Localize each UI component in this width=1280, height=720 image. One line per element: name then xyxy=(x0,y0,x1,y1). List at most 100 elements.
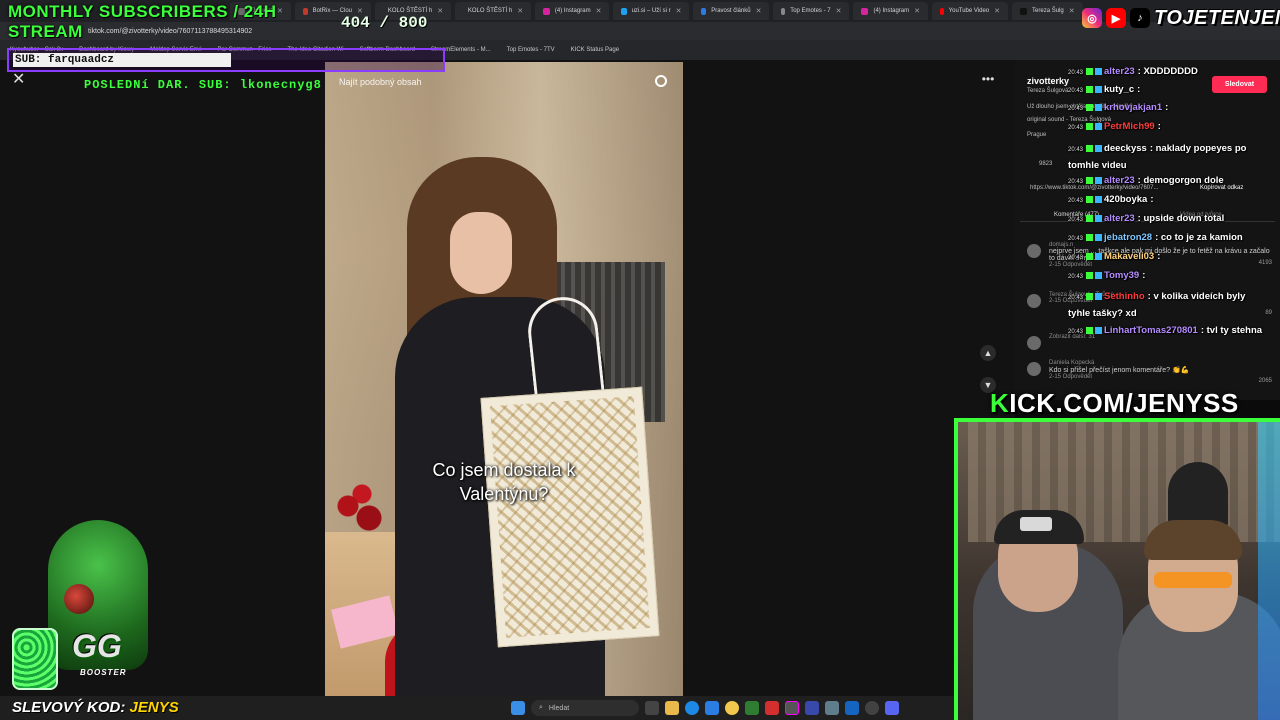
chat-username[interactable]: alter23 xyxy=(1104,66,1135,77)
close-tab-icon[interactable]: ✕ xyxy=(676,7,682,15)
comment-meta[interactable]: 2-15 Odpovědět xyxy=(1049,374,1272,380)
close-tab-icon[interactable]: ✕ xyxy=(437,7,443,15)
chat-username[interactable]: jebatron28 xyxy=(1104,232,1152,243)
close-icon[interactable]: ✕ xyxy=(12,72,28,88)
sub-badge-icon xyxy=(1086,233,1094,241)
youtube-icon: ▶ xyxy=(1106,8,1126,28)
comment-text: Kdo si přišel přečíst jenom komentáře? 👏… xyxy=(1049,367,1190,374)
comment-likes[interactable]: 2065 xyxy=(1259,378,1272,384)
close-tab-icon[interactable]: ✕ xyxy=(836,7,842,15)
location-tag[interactable]: Prague xyxy=(1027,132,1046,138)
edge-icon[interactable] xyxy=(685,701,699,715)
close-tab-icon[interactable]: ✕ xyxy=(517,7,523,15)
taskbar-search-placeholder: Hledat xyxy=(548,704,570,712)
chat-timestamp: 20:43 xyxy=(1068,295,1084,301)
sub-badge-icon xyxy=(1086,85,1094,93)
media-icon[interactable] xyxy=(865,701,879,715)
previous-video-button[interactable]: ▲ xyxy=(980,345,996,361)
sub-badge-icon xyxy=(1086,176,1094,184)
chat-timestamp: 20:43 xyxy=(1068,125,1084,131)
chat-username[interactable]: Tomy39 xyxy=(1104,270,1139,281)
chat-message: 20:43 alter23: demogorgon dole xyxy=(1068,175,1224,186)
chat-username[interactable]: 420boyka xyxy=(1104,194,1147,205)
loyalty-badge-icon xyxy=(1095,292,1103,300)
app-icon-blue[interactable] xyxy=(845,701,859,715)
promo-code-banner: SLEVOVÝ KOD: JENYS xyxy=(12,699,179,716)
chat-text: XDDDDDDD xyxy=(1143,66,1198,77)
chat-username[interactable]: deeckyss xyxy=(1104,143,1147,154)
notes-icon[interactable] xyxy=(805,701,819,715)
latest-sub-text: SUB: farquaadcz xyxy=(13,53,231,67)
chat-username[interactable]: Makaveli03 xyxy=(1104,251,1154,262)
chat-username[interactable]: PetrMich99 xyxy=(1104,121,1155,132)
avatar[interactable] xyxy=(1027,362,1041,376)
chat-colon: : xyxy=(1157,251,1161,262)
chat-message: 20:43 krhovjakjan1: xyxy=(1068,102,1168,113)
browser-tab[interactable]: Top Emotes - 7 ✕ xyxy=(773,2,850,20)
browser-tab[interactable]: uzi.si – Uží si r ✕ xyxy=(613,2,690,20)
author-name[interactable]: zivotterky xyxy=(1027,76,1069,86)
tab-favicon-icon xyxy=(1020,7,1028,15)
browser-tab[interactable]: (4) Instagram ✕ xyxy=(853,2,929,20)
app-icon-red[interactable] xyxy=(765,701,779,715)
discord-icon[interactable] xyxy=(885,701,899,715)
tab-label: Pravost článků xyxy=(711,8,751,14)
bookmark-item[interactable]: KICK Status Page xyxy=(571,47,619,53)
promo-label: SLEVOVÝ KOD: xyxy=(12,699,126,716)
chat-username[interactable]: LinhartTomas270801 xyxy=(1104,325,1198,336)
title-line-2: STREAM xyxy=(8,22,83,41)
browser-tab[interactable]: Pravost článků ✕ xyxy=(693,2,770,20)
sub-badge-icon xyxy=(1086,214,1094,222)
sub-badge-icon xyxy=(1086,195,1094,203)
chat-username[interactable]: Sethinho xyxy=(1104,291,1145,302)
windows-start-icon[interactable] xyxy=(511,701,525,715)
sub-badge-icon xyxy=(1086,122,1094,130)
tab-label: Tereza Šulg xyxy=(1032,8,1064,14)
browser-tab[interactable]: Tereza Šulg ✕ xyxy=(1012,2,1083,20)
more-options-icon[interactable]: ••• xyxy=(980,73,996,86)
chat-timestamp: 20:43 xyxy=(1068,217,1084,223)
task-view-icon[interactable] xyxy=(645,701,659,715)
close-tab-icon[interactable]: ✕ xyxy=(1069,7,1075,15)
close-tab-icon[interactable]: ✕ xyxy=(914,7,920,15)
close-tab-icon[interactable]: ✕ xyxy=(277,7,283,15)
store-icon[interactable] xyxy=(705,701,719,715)
chat-username[interactable]: krhovjakjan1 xyxy=(1104,102,1162,113)
loyalty-badge-icon xyxy=(1095,195,1103,203)
chat-message: 20:43 PetrMich99: xyxy=(1068,121,1161,132)
bookmark-item[interactable]: Top Emotes - 7TV xyxy=(507,47,555,53)
video-player[interactable]: Najít podobný obsah Co jsem dostala k Va… xyxy=(325,62,683,696)
avatar[interactable] xyxy=(1027,294,1041,308)
settings-icon[interactable] xyxy=(825,701,839,715)
chat-username[interactable]: kuty_c xyxy=(1104,84,1134,95)
latest-sub-box: SUB: farquaadcz xyxy=(7,48,445,72)
loyalty-badge-icon xyxy=(1095,233,1103,241)
tab-label: YouTube Video xyxy=(948,8,990,14)
search-icon[interactable] xyxy=(655,75,667,87)
close-tab-icon[interactable]: ✕ xyxy=(596,7,602,15)
mascot-orb xyxy=(64,584,94,614)
file-explorer-icon[interactable] xyxy=(665,701,679,715)
chat-username[interactable]: alter23 xyxy=(1104,213,1135,224)
kick-chat-overlay: 20:43 alter23: XDDDDDDD 20:43 kuty_c: 20:43… xyxy=(1068,62,1276,362)
chrome-icon[interactable] xyxy=(725,701,739,715)
close-tab-icon[interactable]: ✕ xyxy=(756,7,762,15)
browser-tab[interactable]: YouTube Video ✕ xyxy=(932,2,1009,20)
app-icon-green[interactable] xyxy=(745,701,759,715)
video-caption: Co jsem dostala k Valentýnu? xyxy=(325,458,683,506)
avatar[interactable] xyxy=(1027,244,1041,258)
chat-timestamp: 20:43 xyxy=(1068,255,1084,261)
browser-tab[interactable]: (4) Instagram ✕ xyxy=(534,2,610,20)
chat-username[interactable]: alter23 xyxy=(1104,175,1135,186)
obs-icon[interactable] xyxy=(785,701,799,715)
taskbar-search[interactable]: ⌕ Hledat xyxy=(531,700,639,716)
browser-tab[interactable]: KOLO ŠTĚSTÍ h ✕ xyxy=(454,2,531,20)
tab-favicon-icon xyxy=(302,7,308,15)
like-count[interactable]: 9823 xyxy=(1039,161,1052,167)
avatar[interactable] xyxy=(1027,336,1041,350)
find-similar-link[interactable]: Najít podobný obsah xyxy=(339,77,422,87)
loyalty-badge-icon xyxy=(1095,214,1103,222)
chat-timestamp: 20:43 xyxy=(1068,329,1084,335)
close-tab-icon[interactable]: ✕ xyxy=(994,7,1000,15)
chat-timestamp: 20:43 xyxy=(1068,179,1084,185)
